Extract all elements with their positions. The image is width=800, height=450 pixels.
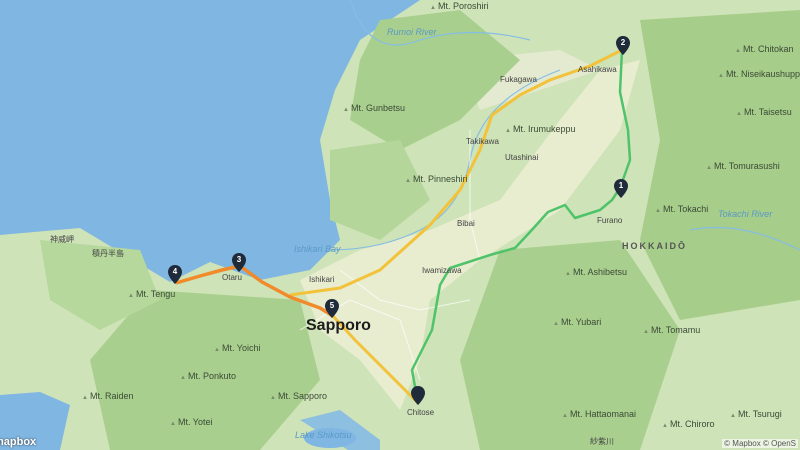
peak-label: Mt. Tengu xyxy=(128,290,175,299)
peak-label: Mt. Tomamu xyxy=(643,326,700,335)
mapbox-logo[interactable]: mapbox xyxy=(0,436,36,448)
route-layer xyxy=(175,48,632,405)
shakotan-peninsula-label: 積丹半島 xyxy=(92,249,124,258)
peak-label: Mt. Hattaomanai xyxy=(562,410,636,419)
otaru-label: Otaru xyxy=(222,273,243,282)
kaminokawa-label: 紗紫川 xyxy=(590,437,614,446)
peak-label: Mt. Tomurasushi xyxy=(706,162,780,171)
peak-label: Mt. Yubari xyxy=(553,318,601,327)
map-canvas[interactable]: Rumoi River Ishikari Bay Tokachi River L… xyxy=(0,0,800,450)
tokachi-river-label: Tokachi River xyxy=(718,209,773,219)
peak-label: Mt. Tokachi xyxy=(655,205,708,214)
iwamizawa-label: Iwamizawa xyxy=(422,266,462,275)
peak-label: Mt. Irumukeppu xyxy=(505,125,576,134)
peak-label: Mt. Poroshiri xyxy=(430,2,489,11)
marker-number: 2 xyxy=(620,38,626,47)
map-pin-icon xyxy=(411,386,425,405)
peak-label: Mt. Ponkuto xyxy=(180,372,236,381)
marker-number: 5 xyxy=(329,301,335,310)
ishikari-bay-label: Ishikari Bay xyxy=(294,244,341,254)
peak-label: Mt. Ashibetsu xyxy=(565,268,627,277)
peak-label: Mt. Yoichi xyxy=(214,344,261,353)
rumoi-river-label: Rumoi River xyxy=(387,27,437,37)
peak-label: Mt. Raiden xyxy=(82,392,134,401)
ishikari-label: Ishikari xyxy=(309,275,335,284)
takikawa-label: Takikawa xyxy=(466,137,499,146)
marker-sapporo[interactable]: 5 xyxy=(325,299,339,318)
kamui-cape-label: 神威岬 xyxy=(50,235,74,244)
peak-label: Mt. Pinneshiri xyxy=(405,175,468,184)
peak-label: Mt. Niseikaushuppe xyxy=(718,70,800,79)
peak-label: Mt. Taisetsu xyxy=(736,108,792,117)
marker-asahikawa[interactable]: 2 xyxy=(616,36,630,55)
marker-otaru[interactable]: 3 xyxy=(232,253,246,272)
bibai-label: Bibai xyxy=(457,219,475,228)
route-chitose-asahikawa xyxy=(410,49,632,404)
marker-number: 1 xyxy=(618,181,624,190)
utashinai-label: Utashinai xyxy=(505,153,539,162)
route-sapporo-asahikawa xyxy=(289,48,623,297)
marker-shakotan[interactable]: 4 xyxy=(168,265,182,284)
marker-number: 3 xyxy=(236,255,242,264)
peak-label: Mt. Sapporo xyxy=(270,392,327,401)
lake-shikotsu-label: Lake Shikotsu xyxy=(295,430,352,440)
sapporo-label: Sapporo xyxy=(306,317,371,334)
marker-furano[interactable]: 1 xyxy=(614,179,628,198)
marker-chitose[interactable] xyxy=(411,386,425,405)
marker-number: 4 xyxy=(172,267,178,276)
hokkaido-label: HOKKAIDŌ xyxy=(622,241,687,251)
peak-label: Mt. Chiroro xyxy=(662,420,715,429)
peak-label: Mt. Tsurugi xyxy=(730,410,782,419)
peak-label: Mt. Gunbetsu xyxy=(343,104,405,113)
map-attribution[interactable]: © Mapbox © OpenS xyxy=(722,439,798,448)
peak-label: Mt. Yotei xyxy=(170,418,213,427)
fukagawa-label: Fukagawa xyxy=(500,75,537,84)
asahikawa-label: Asahikawa xyxy=(578,65,617,74)
furano-label: Furano xyxy=(597,216,623,225)
peak-label: Mt. Chitokan xyxy=(735,45,794,54)
chitose-label: Chitose xyxy=(407,408,435,417)
